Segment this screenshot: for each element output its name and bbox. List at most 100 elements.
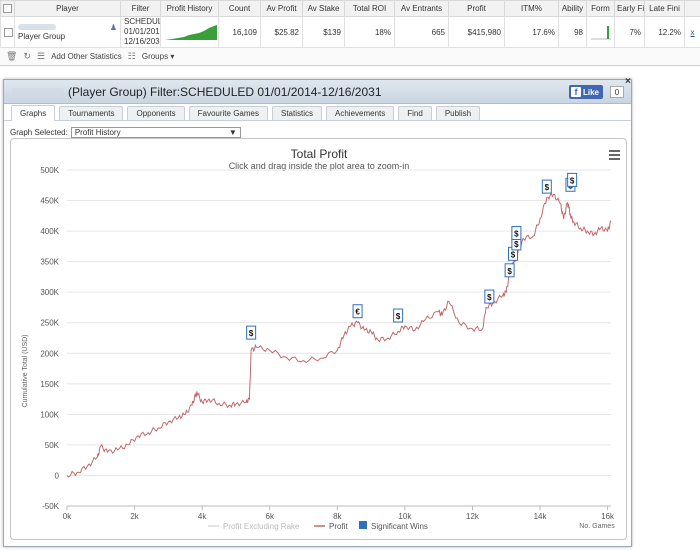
add-other-statistics-link[interactable]: Add Other Statistics (51, 52, 122, 61)
y-tick-label: 500K (40, 166, 59, 175)
x-tick-label: 0k (63, 512, 72, 521)
groups-icon: ☷ (127, 51, 136, 61)
graph-dialog: (Player Group) Filter:SCHEDULED 01/01/20… (3, 76, 632, 547)
x-tick-label: 2k (130, 512, 139, 521)
legend-item-profit: Profit (329, 522, 348, 531)
player-name: Player Group (18, 32, 66, 41)
significant-win-symbol: $ (396, 312, 401, 321)
filter-line: 12/16/203 (124, 37, 160, 46)
player-cell[interactable]: ♟ Player Group (14, 16, 121, 48)
chart-title: Total Profit (291, 147, 348, 161)
col-profit[interactable]: Profit (448, 0, 505, 17)
legend-item-sig-wins: Significant Wins (371, 522, 428, 531)
itm-cell: 17.6% (504, 16, 559, 48)
profit-chart[interactable]: Total ProfitClick and drag inside the pl… (11, 139, 628, 541)
col-av-stake[interactable]: Av Stake (302, 0, 345, 17)
graph-select-dropdown[interactable]: Profit History ▼ (70, 127, 241, 138)
player-group-icon: ♟ (109, 23, 117, 32)
y-tick-label: 200K (40, 349, 59, 358)
refresh-icon[interactable]: ↻ (23, 51, 31, 62)
y-tick-label: 50K (45, 441, 60, 450)
ability-cell: 98 (558, 16, 587, 48)
x-tick-label: 14k (534, 512, 548, 521)
x-tick-label: 16k (601, 512, 615, 521)
col-profit-history[interactable]: Profit History (160, 0, 219, 17)
col-ability[interactable]: Ability (558, 0, 587, 17)
late-finish-cell: 12.2% (644, 16, 685, 48)
col-total-roi[interactable]: Total ROI (344, 0, 395, 17)
profit-cell: $415,980 (448, 16, 505, 48)
filter-cell: SCHEDULI 01/01/201 12/16/203 (120, 16, 161, 48)
y-tick-label: 0 (55, 471, 60, 480)
graph-select-row: Graph Selected: Profit History ▼ (10, 127, 241, 138)
x-tick-label: 8k (333, 512, 342, 521)
col-av-entrants[interactable]: Av Entrants (394, 0, 449, 17)
profit-line (66, 192, 612, 478)
delete-icon[interactable]: 🗑 (6, 51, 17, 62)
early-finish-cell: 7% (614, 16, 645, 48)
form-cell (586, 16, 615, 48)
tab-find[interactable]: Find (398, 106, 432, 120)
col-player[interactable]: Player (14, 0, 121, 17)
graph-selected-label: Graph Selected: (10, 128, 68, 137)
remove-row-button[interactable]: x (684, 16, 700, 48)
significant-win-symbol: $ (545, 183, 550, 192)
significant-win-symbol: $ (511, 250, 516, 259)
player-name-redacted (18, 24, 56, 30)
col-av-profit[interactable]: Av Profit (260, 0, 303, 17)
tab-graphs[interactable]: Graphs (11, 105, 56, 121)
close-icon[interactable]: × (625, 76, 631, 87)
graph-selected-value: Profit History (74, 128, 121, 137)
y-tick-label: 400K (40, 227, 59, 236)
facebook-like-button[interactable]: f Like (569, 85, 604, 99)
y-tick-label: 100K (40, 410, 59, 419)
chart-container[interactable]: Total Profit Click and drag inside the pl… (10, 138, 627, 540)
tab-publish[interactable]: Publish (435, 106, 481, 120)
tab-opponents[interactable]: Opponents (127, 106, 185, 120)
dialog-title: (Player Group) Filter:SCHEDULED 01/01/20… (12, 85, 382, 99)
significant-win-symbol: $ (570, 176, 575, 185)
select-all-checkbox[interactable] (0, 0, 15, 17)
profit-history-sparkline (160, 16, 219, 48)
x-tick-label: 10k (398, 512, 412, 521)
significant-win-symbol: € (355, 308, 360, 317)
tab-favourite-games[interactable]: Favourite Games (188, 106, 268, 120)
count-cell: 16,109 (218, 16, 261, 48)
dialog-header[interactable]: (Player Group) Filter:SCHEDULED 01/01/20… (4, 76, 631, 104)
table-row[interactable]: ♟ Player Group SCHEDULI 01/01/201 12/16/… (0, 16, 700, 48)
significant-win-symbol: $ (507, 267, 512, 276)
av-entrants-cell: 665 (394, 16, 449, 48)
col-late-finish[interactable]: Late Fini (644, 0, 685, 17)
stats-header-row: Player Filter Profit History Count Av Pr… (0, 0, 700, 17)
x-tick-label: 12k (466, 512, 480, 521)
col-count[interactable]: Count (218, 0, 261, 17)
col-form[interactable]: Form (586, 0, 615, 17)
tab-tournaments[interactable]: Tournaments (59, 106, 124, 120)
legend-item-excl-rake: Profit Excluding Rake (223, 522, 300, 531)
caret-down-icon: ▼ (228, 128, 237, 137)
col-filter[interactable]: Filter (120, 0, 161, 17)
tab-statistics[interactable]: Statistics (271, 106, 322, 120)
x-axis-label: No. Games (579, 523, 615, 530)
col-itm[interactable]: ITM% (504, 0, 559, 17)
stats-footer: 🗑 ↻ ☰ Add Other Statistics ☷ Groups ▾ (0, 48, 700, 66)
y-tick-label: -50K (42, 502, 60, 511)
x-tick-label: 4k (198, 512, 207, 521)
add-statistics-icon: ☰ (36, 51, 46, 61)
stats-table: Player Filter Profit History Count Av Pr… (0, 0, 700, 48)
av-stake-cell: $139 (302, 16, 345, 48)
x-tick-label: 6k (266, 512, 275, 521)
y-tick-label: 250K (40, 319, 59, 328)
row-checkbox[interactable] (0, 16, 15, 48)
col-early-finish[interactable]: Early Fini (614, 0, 645, 17)
tab-achievements[interactable]: Achievements (326, 106, 395, 120)
chart-menu-icon[interactable] (609, 148, 620, 162)
groups-dropdown[interactable]: Groups ▾ (142, 52, 174, 61)
y-tick-label: 450K (40, 197, 59, 206)
y-axis-label: Cumulative Total (USD) (22, 334, 29, 407)
dialog-title-text: (Player Group) Filter:SCHEDULED 01/01/20… (68, 85, 382, 99)
form-bar-chart (591, 26, 611, 40)
y-tick-label: 300K (40, 288, 59, 297)
y-tick-label: 350K (40, 258, 59, 267)
significant-win-symbol: $ (514, 240, 519, 249)
